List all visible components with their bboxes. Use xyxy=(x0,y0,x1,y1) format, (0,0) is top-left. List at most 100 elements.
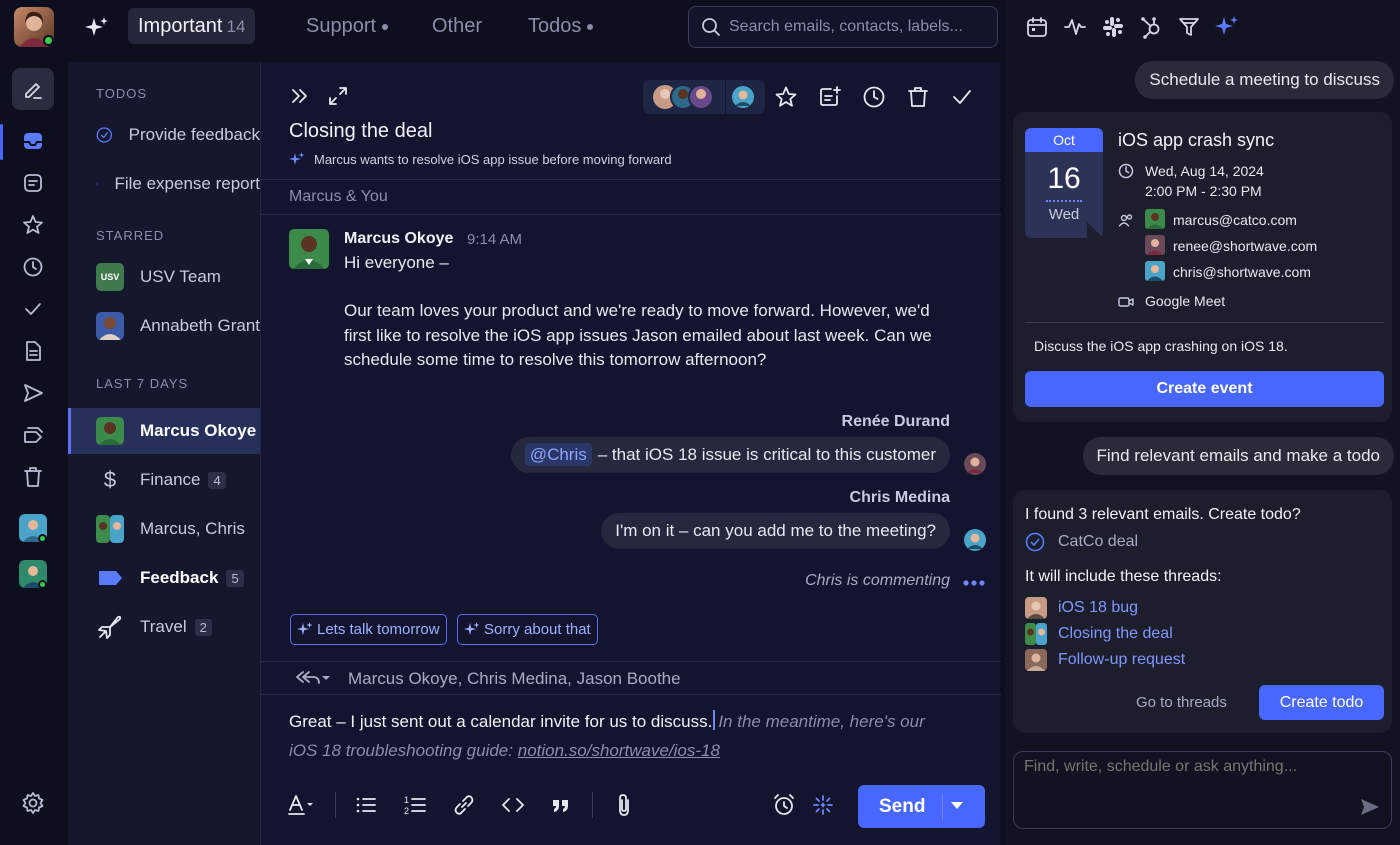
filter-icon xyxy=(1179,18,1199,36)
labels-button[interactable] xyxy=(14,416,52,454)
go-to-threads-button[interactable]: Go to threads xyxy=(1136,694,1227,711)
todo-item[interactable]: File expense report xyxy=(68,161,260,207)
calendar-month: Oct xyxy=(1025,128,1103,152)
thread-item-marcus[interactable]: Marcus Okoye xyxy=(68,408,260,454)
activity-button[interactable] xyxy=(1062,14,1088,40)
done-button[interactable] xyxy=(14,290,52,328)
create-event-button[interactable]: Create event xyxy=(1025,371,1384,407)
check-circle-icon[interactable] xyxy=(96,171,99,197)
search-input[interactable] xyxy=(729,7,989,47)
calendar-button[interactable] xyxy=(1024,14,1050,40)
attendee-email: marcus@catco.com xyxy=(1173,212,1297,228)
thread-link[interactable]: Follow-up request xyxy=(1058,651,1185,669)
note-icon xyxy=(24,174,42,192)
chevron-down-icon[interactable] xyxy=(950,801,964,811)
hubspot-button[interactable] xyxy=(1138,14,1164,40)
tab-other[interactable]: Other xyxy=(422,8,492,44)
label-item-feedback[interactable]: Feedback 5 xyxy=(68,555,260,601)
attendee-email: chris@shortwave.com xyxy=(1173,264,1311,280)
settings-button[interactable] xyxy=(14,784,52,822)
expand-button[interactable] xyxy=(323,81,353,111)
event-date: Wed, Aug 14, 2024 xyxy=(1145,163,1264,179)
thread-link[interactable]: Closing the deal xyxy=(1058,625,1173,643)
numbered-list-button[interactable]: 12 xyxy=(400,790,430,820)
video-icon xyxy=(1118,297,1134,307)
bullet-list-button[interactable] xyxy=(351,790,381,820)
top-bar: Important 14 Support Other Todos xyxy=(0,0,1005,58)
mark-done-button[interactable] xyxy=(947,82,977,112)
collapse-button[interactable] xyxy=(285,81,315,111)
thread-avatar xyxy=(1025,649,1047,671)
compose-button[interactable] xyxy=(12,68,54,110)
ai-assist-button[interactable] xyxy=(808,790,838,820)
snooze-button[interactable] xyxy=(859,82,889,112)
send-icon[interactable] xyxy=(1359,796,1381,818)
inbox-icon xyxy=(24,133,42,149)
starred-item-annabeth[interactable]: Annabeth Grant xyxy=(68,303,260,349)
magic-wand-icon xyxy=(813,795,833,815)
sent-button[interactable] xyxy=(14,374,52,412)
add-todo-button[interactable] xyxy=(815,82,845,112)
online-indicator xyxy=(38,580,47,589)
participant-avatar xyxy=(732,86,754,108)
trash-icon xyxy=(908,87,928,107)
assistant-input[interactable] xyxy=(1024,758,1354,798)
ai-sparkle-icon xyxy=(1215,16,1238,35)
ai-assistant-button[interactable] xyxy=(1214,14,1240,40)
reply-all-button[interactable] xyxy=(293,668,331,688)
filter-button[interactable] xyxy=(1176,14,1202,40)
ai-sparkle-icon[interactable] xyxy=(84,15,110,41)
unread-dot xyxy=(382,23,389,30)
thread-link[interactable]: iOS 18 bug xyxy=(1058,599,1138,617)
comment-bubble[interactable]: @Chris – that iOS 18 issue is critical to… xyxy=(510,437,950,473)
todo-item[interactable]: Provide feedback xyxy=(68,112,260,158)
snoozed-button[interactable] xyxy=(14,248,52,286)
ai-suggestion-chip[interactable]: Lets talk tomorrow xyxy=(290,614,447,645)
inbox-button[interactable] xyxy=(14,122,52,160)
drafts-button[interactable] xyxy=(14,332,52,370)
code-button[interactable] xyxy=(498,790,528,820)
check-circle-icon[interactable] xyxy=(96,122,113,148)
ai-ghost-text: In the meantime, here's our xyxy=(718,712,925,731)
ai-suggestion-chip[interactable]: Sorry about that xyxy=(457,614,598,645)
delete-button[interactable] xyxy=(903,82,933,112)
mention-chip[interactable]: @Chris xyxy=(524,443,592,466)
link-button[interactable] xyxy=(449,790,479,820)
thread-subject: Closing the deal xyxy=(289,120,433,142)
typing-indicator: Chris is commenting xyxy=(805,572,950,589)
trash-button[interactable] xyxy=(14,458,52,496)
font-style-button[interactable] xyxy=(287,790,317,820)
attach-button[interactable] xyxy=(609,790,639,820)
starred-item-usv[interactable]: USV USV Team xyxy=(68,254,260,300)
numbered-list-icon: 12 xyxy=(404,795,426,816)
folder-list: TODOS Provide feedback File expense repo… xyxy=(68,62,260,845)
folder-item-finance[interactable]: $ Finance 4 xyxy=(68,457,260,503)
include-label: It will include these threads: xyxy=(1025,568,1222,585)
tab-support[interactable]: Support xyxy=(296,8,398,44)
reply-editor[interactable]: Great – I just sent out a calendar invit… xyxy=(289,707,989,765)
plane-icon xyxy=(98,615,122,639)
comment-bubble[interactable]: I'm on it – can you add me to the meetin… xyxy=(601,513,950,549)
notes-button[interactable] xyxy=(14,164,52,202)
slack-button[interactable] xyxy=(1100,14,1126,40)
star-button[interactable] xyxy=(771,82,801,112)
section-header-starred: STARRED xyxy=(96,228,165,243)
label-item-travel[interactable]: Travel 2 xyxy=(68,604,260,650)
assistant-input-box[interactable] xyxy=(1013,751,1392,829)
typing-dots-icon xyxy=(963,580,985,586)
thread-item-marcus-chris[interactable]: Marcus, Chris xyxy=(68,506,260,552)
schedule-send-button[interactable] xyxy=(769,790,799,820)
tab-todos[interactable]: Todos xyxy=(518,8,603,44)
quote-button[interactable] xyxy=(546,790,576,820)
create-todo-button[interactable]: Create todo xyxy=(1259,685,1384,720)
event-location: Google Meet xyxy=(1145,293,1226,309)
tab-important[interactable]: Important 14 xyxy=(128,8,256,44)
starred-button[interactable] xyxy=(14,206,52,244)
search-box[interactable] xyxy=(688,6,998,48)
participants-group[interactable] xyxy=(643,80,765,114)
labels-icon xyxy=(24,427,43,443)
svg-text:1: 1 xyxy=(404,795,409,805)
check-circle-icon xyxy=(1025,532,1045,552)
reply-recipients[interactable]: Marcus Okoye, Chris Medina, Jason Boothe xyxy=(348,669,681,689)
send-button[interactable]: Send xyxy=(858,785,985,828)
